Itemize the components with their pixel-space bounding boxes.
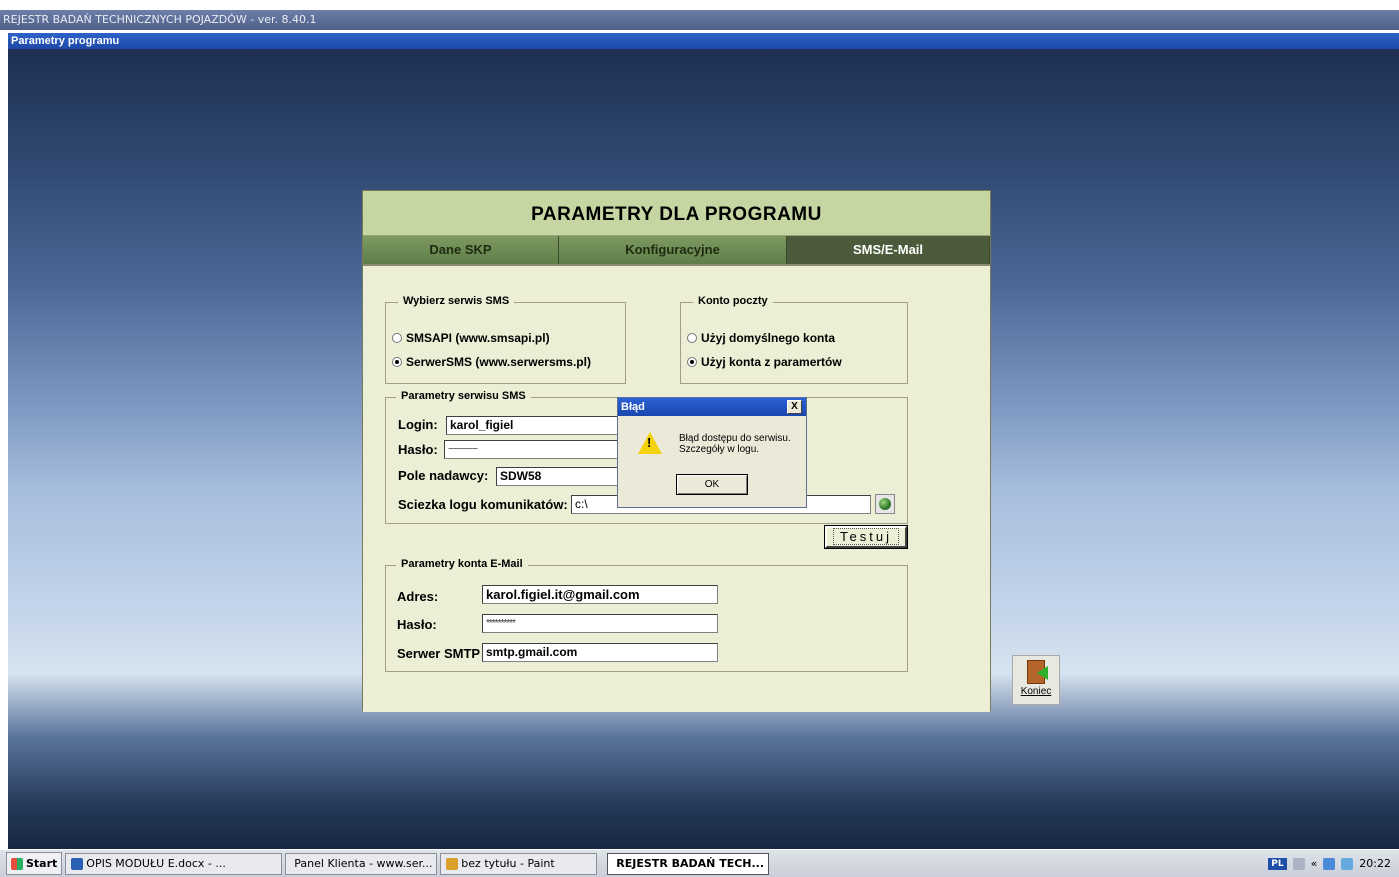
mail-account-legend: Konto poczty — [693, 295, 773, 307]
radio-serwersms[interactable]: SerwerSMS (www.serwersms.pl) — [392, 355, 591, 369]
exit-arrow-icon — [1037, 666, 1048, 680]
radio-param-account-label: Użyj konta z paramertów — [701, 355, 842, 369]
radio-serwersms-label: SerwerSMS (www.serwersms.pl) — [406, 355, 591, 369]
keyboard-icon[interactable] — [1292, 857, 1305, 870]
email-password-label: Hasło: — [397, 617, 437, 632]
tab-sms-email[interactable]: SMS/E-Mail — [787, 236, 990, 264]
dialog-title: Błąd — [621, 401, 645, 413]
email-address-label: Adres: — [397, 589, 439, 604]
taskbar-item-label: bez tytułu - Paint — [461, 856, 555, 870]
taskbar-item-browser[interactable]: Panel Klienta - www.ser... — [285, 852, 438, 875]
radio-param-account[interactable]: Użyj konta z paramertów — [687, 355, 842, 369]
subwindow-title-bar: Parametry programu — [8, 33, 1399, 49]
start-label: Start — [26, 857, 58, 870]
app-title: REJESTR BADAŃ TECHNICZNYCH POJAZDÓW - ve… — [3, 13, 317, 26]
dialog-message: Błąd dostępu do serwisu. Szczegóły w log… — [679, 433, 791, 455]
login-label: Login: — [398, 417, 438, 432]
sender-input[interactable]: SDW58 — [496, 467, 621, 486]
panel-title: PARAMETRY DLA PROGRAMU — [363, 191, 990, 236]
radio-default-account[interactable]: Użyj domyślnego konta — [687, 331, 835, 345]
network-icon[interactable] — [1323, 857, 1336, 870]
radio-smsapi-label: SMSAPI (www.smsapi.pl) — [406, 331, 550, 345]
taskbar-item-label: Panel Klienta - www.ser... — [294, 856, 433, 870]
language-indicator[interactable]: PL — [1268, 857, 1287, 870]
smtp-label: Serwer SMTP — [397, 646, 481, 661]
koniec-label: Koniec — [1020, 686, 1052, 697]
sender-label: Pole nadawcy: — [398, 468, 489, 483]
error-dialog: Błąd X ! Błąd dostępu do serwisu. Szczeg… — [617, 397, 807, 508]
taskbar-item-word[interactable]: OPIS MODUŁU E.docx - ... — [65, 852, 283, 875]
taskbar-item-rejestr[interactable]: REJESTR BADAŃ TECH... — [607, 852, 770, 875]
taskbar-item-label: REJESTR BADAŃ TECH... — [616, 856, 765, 870]
subwindow-title: Parametry programu — [11, 35, 120, 47]
radio-indicator — [687, 333, 697, 343]
test-button-label: Testuj — [833, 528, 899, 545]
tab-dane-skp[interactable]: Dane SKP — [363, 236, 559, 264]
warning-icon-mark: ! — [647, 435, 652, 450]
taskbar: Start OPIS MODUŁU E.docx - ... Panel Kli… — [0, 849, 1399, 877]
email-params-legend: Parametry konta E-Mail — [396, 558, 528, 570]
radio-smsapi[interactable]: SMSAPI (www.smsapi.pl) — [392, 331, 550, 345]
start-button[interactable]: Start — [6, 852, 63, 875]
email-password-input[interactable]: ********** — [482, 614, 718, 633]
dialog-ok-button[interactable]: OK — [676, 474, 748, 495]
sms-password-input[interactable]: ~~~~~~ — [444, 440, 619, 459]
tray-expand-chevron[interactable]: « — [1311, 857, 1318, 870]
smtp-input[interactable]: smtp.gmail.com — [482, 643, 718, 662]
sms-service-legend: Wybierz serwis SMS — [398, 295, 515, 307]
radio-indicator — [392, 333, 402, 343]
radio-indicator-selected — [687, 357, 697, 367]
email-params-group: Parametry konta E-Mail Adres: karol.figi… — [385, 558, 908, 672]
dialog-title-bar: Błąd X — [618, 398, 806, 416]
tab-bar: Dane SKP Konfiguracyjne SMS/E-Mail — [363, 236, 990, 264]
dialog-close-button[interactable]: X — [787, 400, 802, 414]
sms-params-legend: Parametry serwisu SMS — [396, 390, 531, 402]
koniec-button[interactable]: Koniec — [1012, 655, 1060, 705]
radio-indicator-selected — [392, 357, 402, 367]
system-tray: PL « 20:22 — [1268, 857, 1399, 870]
word-document-icon — [71, 857, 84, 870]
tab-konfiguracyjne[interactable]: Konfiguracyjne — [559, 236, 787, 264]
exit-door-icon — [1027, 660, 1048, 684]
windows-logo-icon — [11, 857, 23, 870]
browse-globe-icon[interactable] — [875, 494, 895, 514]
app-title-bar: REJESTR BADAŃ TECHNICZNYCH POJAZDÓW - ve… — [0, 10, 1399, 30]
mail-account-group: Konto poczty Użyj domyślnego konta Użyj … — [680, 295, 908, 384]
email-address-input[interactable]: karol.figiel.it@gmail.com — [482, 585, 718, 604]
sms-password-label: Hasło: — [398, 442, 438, 457]
taskbar-item-label: OPIS MODUŁU E.docx - ... — [86, 856, 226, 870]
login-input[interactable]: karol_figiel — [446, 416, 621, 435]
clock: 20:22 — [1359, 857, 1391, 870]
sms-service-group: Wybierz serwis SMS SMSAPI (www.smsapi.pl… — [385, 295, 626, 384]
radio-default-account-label: Użyj domyślnego konta — [701, 331, 836, 345]
taskbar-item-paint[interactable]: bez tytułu - Paint — [440, 852, 598, 875]
paint-icon — [446, 857, 459, 870]
test-button[interactable]: Testuj — [824, 525, 908, 549]
monitor-icon[interactable] — [1341, 857, 1354, 870]
log-path-label: Sciezka logu komunikatów: — [398, 497, 568, 512]
